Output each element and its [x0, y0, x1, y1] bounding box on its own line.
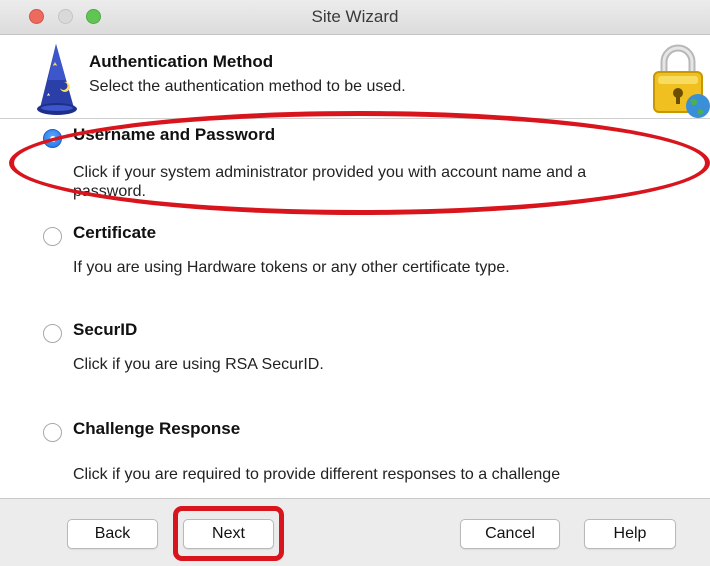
- option-certificate-title[interactable]: Certificate: [73, 223, 156, 243]
- radio-certificate[interactable]: [43, 227, 62, 246]
- option-securid-title[interactable]: SecurID: [73, 320, 137, 340]
- radio-securid[interactable]: [43, 324, 62, 343]
- help-button[interactable]: Help: [584, 519, 676, 549]
- radio-challenge-response[interactable]: [43, 423, 62, 442]
- wizard-hat-icon: [37, 44, 77, 115]
- back-button[interactable]: Back: [67, 519, 158, 549]
- annotation-ellipse-username-password: [9, 111, 710, 215]
- option-challenge-response-title[interactable]: Challenge Response: [73, 419, 240, 439]
- header-title: Authentication Method: [89, 52, 274, 71]
- window-title: Site Wizard: [311, 7, 399, 26]
- padlock-globe-icon: [653, 44, 710, 118]
- site-wizard-window: Site Wizard Authentication Method Select…: [0, 0, 710, 566]
- title-bar: Site Wizard: [0, 0, 710, 35]
- option-certificate-desc: If you are using Hardware tokens or any …: [73, 259, 510, 276]
- cancel-button[interactable]: Cancel: [460, 519, 560, 549]
- wizard-header: [0, 35, 710, 118]
- option-challenge-response-desc: Click if you are required to provide dif…: [73, 466, 561, 483]
- option-securid-desc: Click if you are using RSA SecurID.: [73, 356, 324, 373]
- annotation-box-next: [173, 506, 284, 561]
- header-subtitle: Select the authentication method to be u…: [89, 78, 406, 95]
